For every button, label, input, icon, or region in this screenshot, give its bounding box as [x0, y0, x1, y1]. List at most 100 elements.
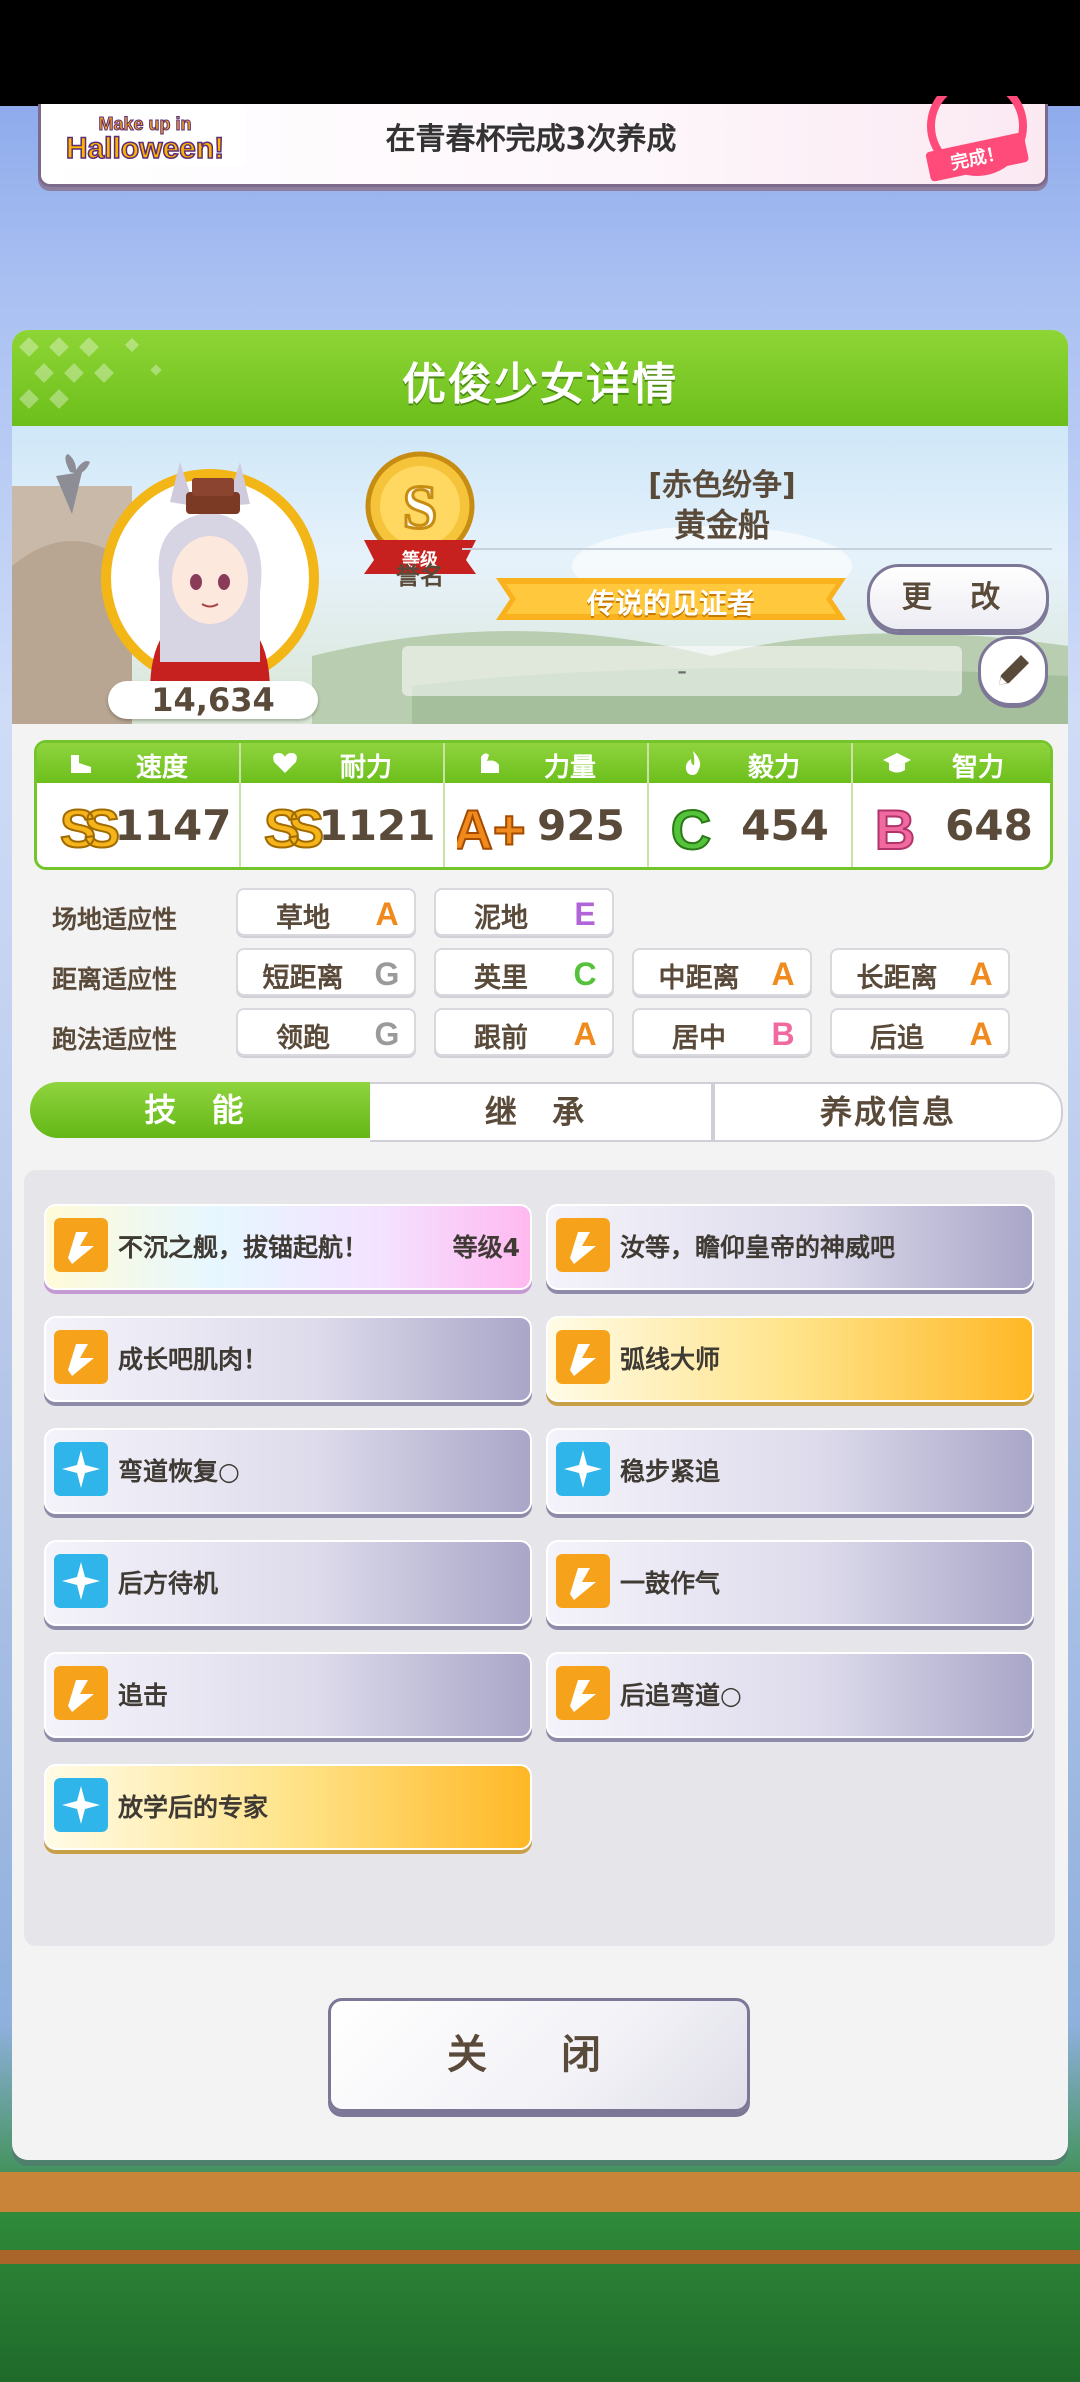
tab-skills[interactable]: 技 能: [30, 1082, 370, 1138]
grade-a-icon: A: [771, 956, 794, 990]
grade-a-icon: A: [969, 1016, 992, 1050]
tab-inheritance[interactable]: 继 承: [370, 1082, 713, 1142]
outfit-name: [赤色纷争]: [648, 468, 796, 503]
shoe-icon: [71, 755, 91, 773]
apt-mile: 英里 C: [434, 948, 614, 996]
complete-stamp: 完成！: [925, 96, 1029, 182]
track-aptitude-label: 场地适应性: [52, 905, 178, 934]
skill-item[interactable]: 弯道恢复○: [44, 1428, 532, 1514]
rank-label: 誉名: [396, 562, 444, 590]
stat-value: 454: [741, 801, 829, 850]
skill-item[interactable]: 一鼓作气: [546, 1540, 1034, 1626]
muscle-icon: [481, 753, 499, 773]
stat-wisdom: 智力 B 648: [853, 743, 1050, 867]
svg-text:A: A: [375, 896, 398, 930]
svg-text:SS: SS: [60, 799, 118, 857]
stat-speed: 速度 SS 1147: [37, 743, 239, 867]
fan-count: 14,634: [108, 681, 318, 719]
carrot-icon: [56, 454, 90, 514]
comment-field[interactable]: -: [402, 646, 962, 696]
change-title-button[interactable]: 更 改: [867, 564, 1049, 632]
skill-item[interactable]: 不沉之舰，拔锚起航！ 等级4: [44, 1204, 532, 1290]
pencil-icon: [999, 655, 1029, 685]
recovery-skill-icon: [556, 1442, 610, 1496]
grade-b-icon: B: [874, 797, 916, 857]
recovery-skill-icon: [54, 1442, 108, 1496]
svg-text:C: C: [573, 956, 596, 990]
skill-item[interactable]: 放学后的专家: [44, 1764, 532, 1850]
stat-label: 力量: [543, 753, 596, 783]
speed-skill-icon: [556, 1218, 610, 1272]
grade-c-icon: C: [573, 956, 596, 990]
divider: [462, 548, 1052, 550]
grade-g-icon: G: [375, 1016, 400, 1050]
grade-a-icon: A: [375, 896, 398, 930]
stat-value: 925: [537, 801, 625, 850]
svg-text:E: E: [574, 896, 595, 930]
tab-training-info[interactable]: 养成信息: [713, 1082, 1063, 1142]
panel-title: 优俊少女详情: [402, 359, 678, 410]
speed-skill-icon: [556, 1554, 610, 1608]
skill-item[interactable]: 汝等，瞻仰皇帝的神威吧: [546, 1204, 1034, 1290]
banner-mission-text: 在青春杯完成3次养成: [385, 122, 677, 157]
speed-skill-icon: [556, 1330, 610, 1384]
stat-value: 1147: [114, 801, 232, 850]
status-bar: [0, 0, 1080, 106]
stat-stamina: 耐力 SS 1121: [241, 743, 443, 867]
close-button[interactable]: 关 闭: [328, 1998, 750, 2112]
heart-icon: [273, 753, 297, 773]
panel-header: 优俊少女详情: [12, 330, 1068, 426]
grade-a-icon: A: [969, 956, 992, 990]
svg-text:SS: SS: [264, 799, 322, 857]
tab-bar: 技 能 继 承 养成信息: [30, 1082, 1063, 1142]
skill-item[interactable]: 弧线大师: [546, 1316, 1034, 1402]
svg-text:A: A: [969, 956, 992, 990]
stat-power: 力量 A+ 925: [445, 743, 647, 867]
distance-aptitude-label: 距离适应性: [52, 965, 178, 994]
character-header: 14,634 S 等级 誉名 [赤色纷争] 黄金船 传说的见证者 更 改 -: [12, 426, 1068, 724]
fence-rail: [0, 2172, 1080, 2212]
grade-a-icon: A: [573, 1016, 596, 1050]
speed-skill-icon: [54, 1330, 108, 1384]
skill-item[interactable]: 后方待机: [44, 1540, 532, 1626]
grade-g-icon: G: [375, 956, 400, 990]
grade-b-icon: B: [771, 1016, 794, 1050]
apt-short: 短距离 G: [236, 948, 416, 996]
skill-item[interactable]: 成长吧肌肉！: [44, 1316, 532, 1402]
stat-value: 648: [945, 801, 1033, 850]
skills-list: 不沉之舰，拔锚起航！ 等级4 汝等，瞻仰皇帝的神威吧 成长吧肌肉！ 弧线大师 弯道…: [24, 1170, 1055, 1946]
speed-skill-icon: [556, 1666, 610, 1720]
grade-a-plus-icon: A+: [457, 797, 527, 857]
event-banner[interactable]: Make up in Halloween! 在青春杯完成3次养成 完成！: [38, 96, 1048, 187]
stat-label: 智力: [951, 753, 1004, 783]
fence-rail-lower: [0, 2250, 1080, 2264]
flame-icon: [685, 751, 701, 775]
edit-comment-button[interactable]: [978, 636, 1048, 706]
skill-item[interactable]: 后追弯道○: [546, 1652, 1034, 1738]
grade-ss-icon: SS: [59, 798, 119, 857]
graduation-cap-icon: [883, 753, 911, 773]
character-portrait[interactable]: [100, 462, 320, 694]
stat-label: 速度: [135, 753, 188, 783]
apt-medium: 中距离 A: [632, 948, 812, 996]
apt-chaser: 后追 A: [830, 1008, 1010, 1056]
svg-text:G: G: [375, 956, 400, 990]
apt-long: 长距离 A: [830, 948, 1010, 996]
speed-skill-icon: [54, 1666, 108, 1720]
character-title: 传说的见证者: [586, 587, 755, 620]
svg-text:B: B: [771, 1016, 794, 1050]
apt-betweener: 居中 B: [632, 1008, 812, 1056]
halloween-logo: Make up in Halloween!: [45, 106, 245, 166]
stat-label: 毅力: [747, 753, 800, 783]
svg-text:A: A: [771, 956, 794, 990]
skill-item[interactable]: 稳步紧追: [546, 1428, 1034, 1514]
grade-ss-icon: SS: [263, 798, 323, 857]
apt-turf: 草地 A: [236, 888, 416, 936]
svg-text:A: A: [969, 1016, 992, 1050]
stats-table: 速度 SS 1147 耐力 SS 1121 力量 A+ 925 毅力 C 454 智力 …: [34, 740, 1053, 870]
skill-item[interactable]: 追击: [44, 1652, 532, 1738]
recovery-skill-icon: [54, 1778, 108, 1832]
svg-text:Halloween!: Halloween!: [66, 132, 224, 165]
stat-value: 1121: [318, 801, 436, 850]
svg-text:G: G: [375, 1016, 400, 1050]
